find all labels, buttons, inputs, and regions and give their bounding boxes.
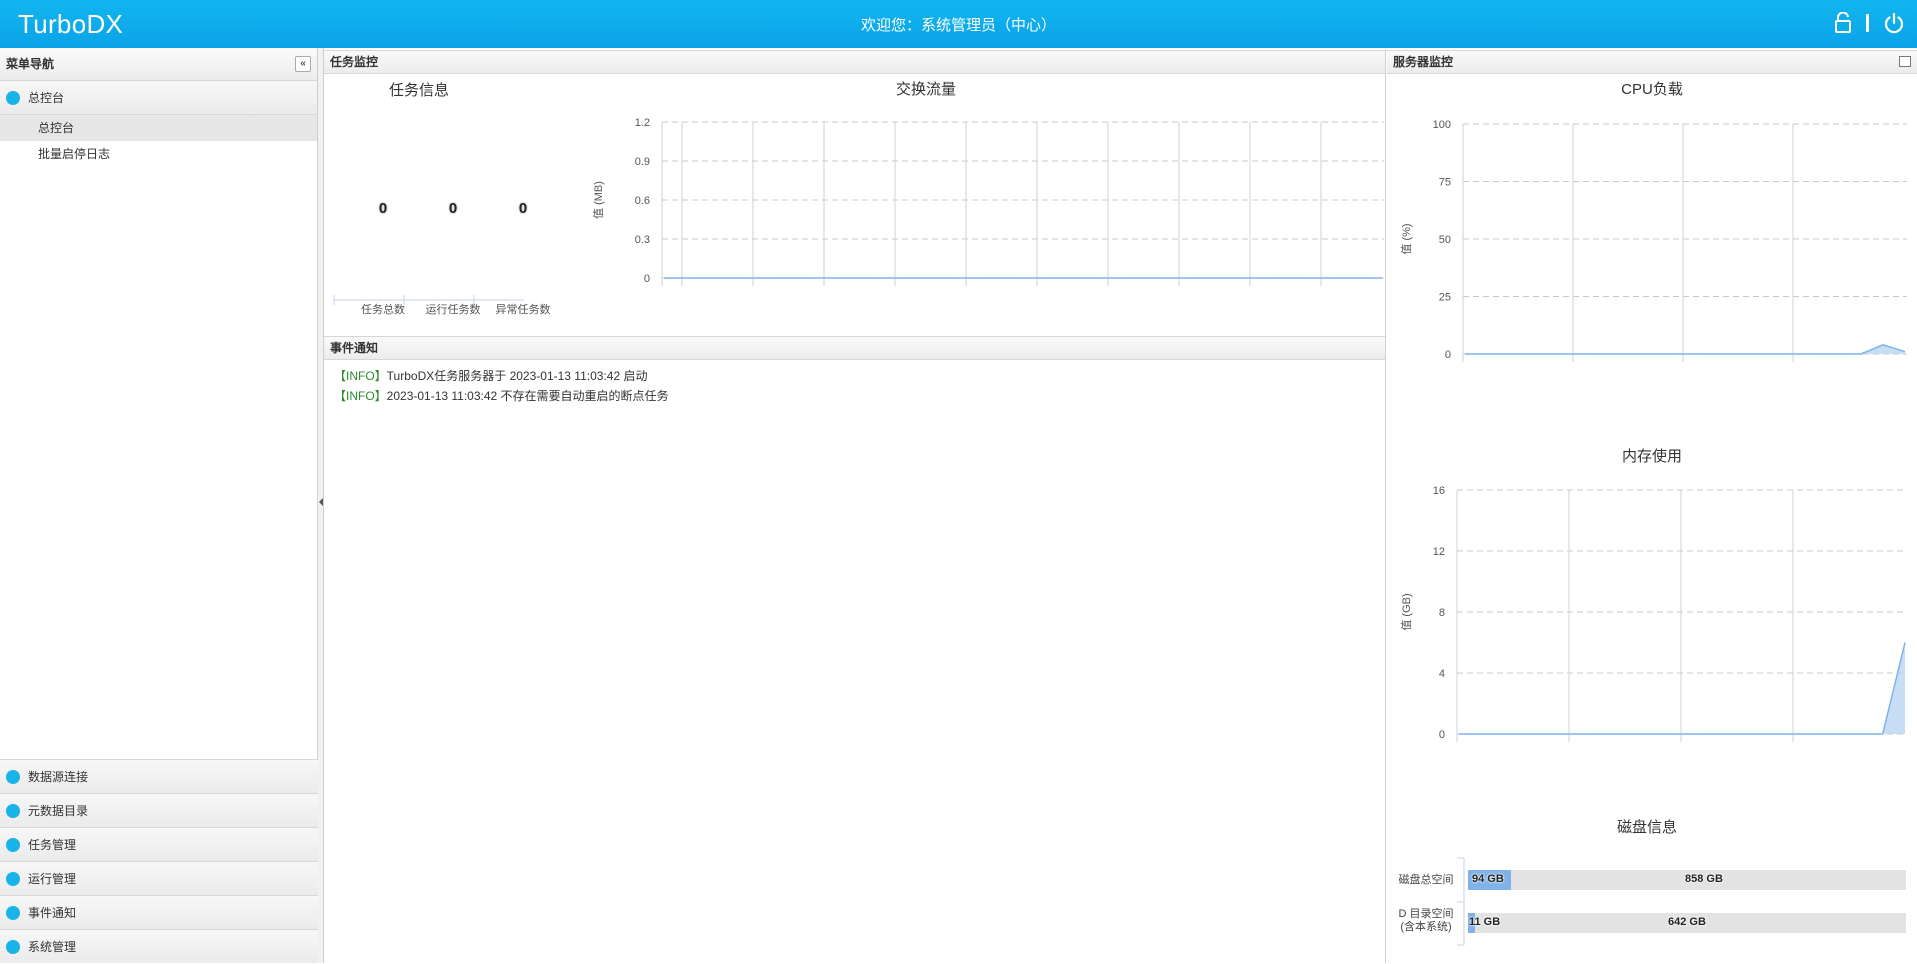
- sidebar-group-datasource[interactable]: 数据源连接: [0, 759, 318, 793]
- sidebar-group-label: 总控台: [28, 91, 64, 105]
- series-line: [1465, 345, 1905, 354]
- disk-title: 磁盘信息: [1387, 816, 1907, 837]
- y-tick-label: 0.6: [635, 195, 650, 207]
- y-tick-label: 0: [1445, 349, 1451, 361]
- disk-label-line: D 目录空间: [1391, 908, 1461, 921]
- sidebar-item-batch-log[interactable]: 批量启停日志: [0, 141, 317, 167]
- y-axis-label: 值 (%): [1400, 223, 1413, 254]
- welcome-text: 欢迎您：系统管理员（中心）: [0, 14, 1917, 35]
- chart-title: CPU负载: [1621, 81, 1683, 98]
- series-area: [1459, 643, 1905, 735]
- disk-d-bar: 11 GB 642 GB: [1468, 913, 1906, 933]
- series-line: [1459, 643, 1905, 735]
- panel-title: 事件通知: [330, 341, 378, 355]
- catalog-icon: [6, 804, 20, 818]
- header-separator: [1866, 14, 1869, 32]
- y-tick-label: 16: [1433, 485, 1445, 497]
- sidebar-group-label: 任务管理: [28, 838, 76, 852]
- disk-total-free: 858 GB: [1685, 873, 1723, 885]
- y-tick-label: 0: [1439, 729, 1445, 741]
- y-axis-label: 值 (MB): [592, 181, 605, 219]
- header-actions: [1834, 12, 1905, 34]
- sidebar-group-label: 数据源连接: [28, 770, 88, 784]
- memory-chart: 内存使用值 (GB) 16 12 8 4 0: [1387, 428, 1917, 848]
- y-tick-label: 0: [644, 273, 650, 285]
- event-panel: 事件通知 【INFO】TurboDX任务服务器于 2023-01-13 11:0…: [324, 336, 1386, 963]
- y-tick-label: 0.3: [635, 234, 650, 246]
- task-monitor-panel: 任务监控 任务信息 0 0 0 任务总数 运行任务数 异常任务数 交换流量值 (…: [324, 50, 1386, 336]
- chart-title: 交换流量: [896, 80, 956, 98]
- event-item: 【INFO】TurboDX任务服务器于 2023-01-13 11:03:42 …: [324, 366, 1385, 386]
- clock-icon: [6, 838, 20, 852]
- stat-total-label: 任务总数: [348, 301, 418, 317]
- sidebar-group-metadata[interactable]: 元数据目录: [0, 793, 318, 827]
- collapse-sidebar-icon[interactable]: «: [295, 56, 311, 72]
- disk-label-line: (含本系统): [1391, 921, 1461, 934]
- disk-d-used: 11 GB: [1469, 916, 1500, 928]
- sidebar-group-system[interactable]: 系统管理: [0, 929, 318, 963]
- y-tick-label: 25: [1439, 292, 1451, 304]
- sidebar-group-events[interactable]: 事件通知: [0, 895, 318, 929]
- app-header: TurboDX 欢迎您：系统管理员（中心）: [0, 0, 1917, 48]
- disk-d-free: 642 GB: [1668, 916, 1706, 928]
- disk-total-used: 94 GB: [1472, 873, 1504, 885]
- lock-icon[interactable]: [1834, 12, 1852, 34]
- event-panel-header: 事件通知: [324, 336, 1385, 360]
- y-tick-label: 50: [1439, 234, 1451, 246]
- y-tick-label: 0.9: [635, 156, 650, 168]
- sidebar-group-label: 元数据目录: [28, 804, 88, 818]
- disk-total-bar: 94 GB 858 GB: [1468, 870, 1906, 890]
- sidebar-group-dashboard[interactable]: 总控台: [0, 81, 317, 115]
- gear-icon: [6, 940, 20, 954]
- event-level: 【INFO】: [334, 389, 387, 403]
- y-tick-label: 8: [1439, 607, 1445, 619]
- cpu-chart: CPU负载值 (%) 100 75 50 25 0: [1387, 60, 1917, 430]
- sidebar-title: 菜单导航: [6, 57, 54, 71]
- sidebar-group-run-mgmt[interactable]: 运行管理: [0, 861, 318, 895]
- task-info-axis: [324, 50, 524, 336]
- sidebar-item-dashboard[interactable]: 总控台: [0, 115, 317, 141]
- chart-title: 内存使用: [1622, 448, 1682, 465]
- y-axis-label: 值 (GB): [1400, 593, 1413, 630]
- event-list: 【INFO】TurboDX任务服务器于 2023-01-13 11:03:42 …: [324, 360, 1385, 406]
- y-tick-label: 1.2: [635, 117, 650, 129]
- event-text: 2023-01-13 11:03:42 不存在需要自动重启的断点任务: [387, 389, 669, 403]
- disk-axis: [1387, 850, 1467, 950]
- y-tick-label: 4: [1439, 668, 1445, 680]
- cluster-icon: [6, 872, 20, 886]
- sidebar: 菜单导航 « 总控台 总控台 批量启停日志 数据源连接 元数据目录 任务管理 运…: [0, 48, 318, 963]
- power-icon[interactable]: [1883, 12, 1905, 34]
- chevron-left-icon: [319, 498, 323, 506]
- disk-d-label: D 目录空间 (含本系统): [1391, 908, 1461, 934]
- stat-running-label: 运行任务数: [418, 301, 488, 317]
- y-tick-label: 12: [1433, 546, 1445, 558]
- sidebar-group-label: 运行管理: [28, 872, 76, 886]
- sidebar-header: 菜单导航 «: [0, 48, 317, 81]
- sidebar-group-task-mgmt[interactable]: 任务管理: [0, 827, 318, 861]
- event-item: 【INFO】2023-01-13 11:03:42 不存在需要自动重启的断点任务: [324, 386, 1385, 406]
- sidebar-group-label: 系统管理: [28, 940, 76, 954]
- link-icon: [6, 770, 20, 784]
- event-text: TurboDX任务服务器于 2023-01-13 11:03:42 启动: [387, 369, 648, 383]
- sidebar-group-label: 事件通知: [28, 906, 76, 920]
- disk-total-label: 磁盘总空间: [1391, 874, 1461, 887]
- dashboard-icon: [6, 91, 20, 105]
- sidebar-bottom-groups: 数据源连接 元数据目录 任务管理 运行管理 事件通知 系统管理: [0, 759, 318, 963]
- series-area: [1465, 345, 1905, 354]
- traffic-chart: 交换流量值 (MB) 1.2 0.9 0.6 0.3 0: [514, 50, 1384, 336]
- y-tick-label: 100: [1433, 119, 1451, 131]
- server-monitor-panel: 服务器监控 CPU负载值 (%)1007550250 内存使用值 (GB)161…: [1387, 50, 1917, 963]
- y-tick-label: 75: [1439, 177, 1451, 189]
- chat-icon: [6, 906, 20, 920]
- disk-label-line: 磁盘总空间: [1399, 874, 1454, 886]
- event-level: 【INFO】: [334, 369, 387, 383]
